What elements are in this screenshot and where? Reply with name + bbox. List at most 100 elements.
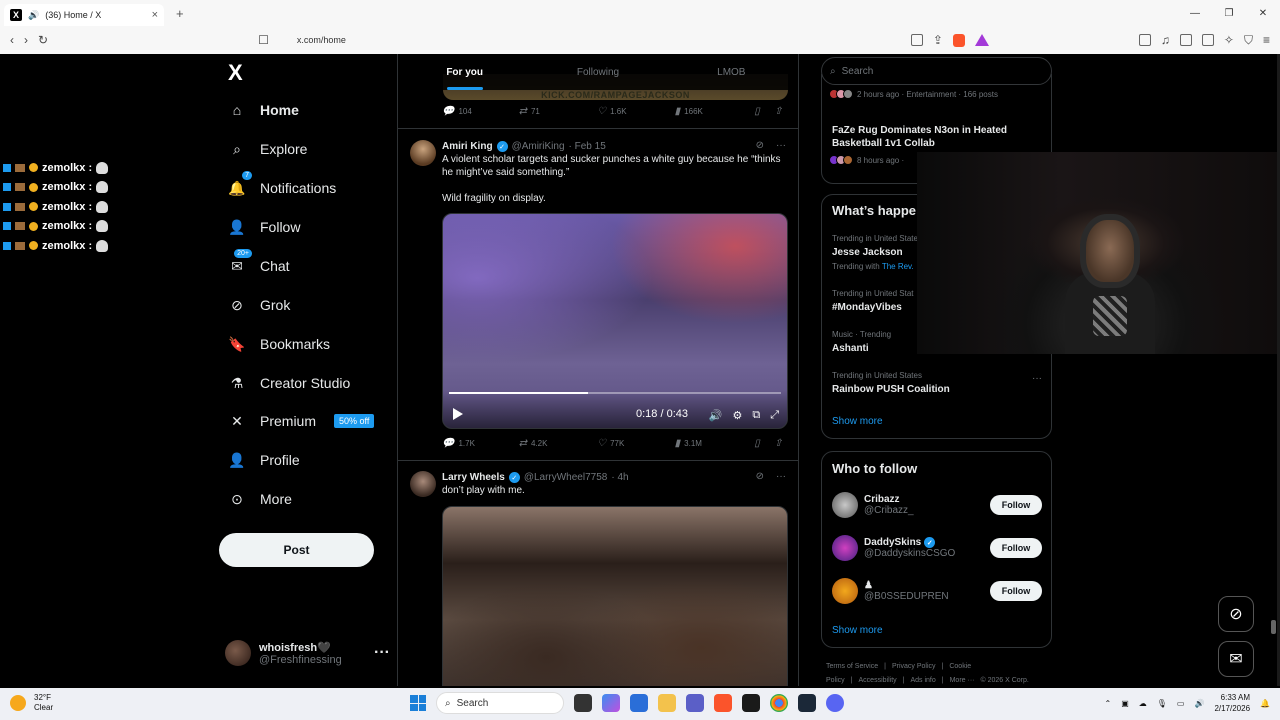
messages-floating-button[interactable]: ✉	[1218, 641, 1254, 677]
tray-app-icon[interactable]: ▣	[1121, 699, 1129, 708]
repost-button[interactable]: ⇄ 71	[519, 106, 598, 117]
fullscreen-icon[interactable]: ⤢	[770, 409, 779, 422]
close-window-button[interactable]: ✕	[1246, 0, 1280, 26]
task-view-icon[interactable]	[574, 694, 592, 712]
reload-icon[interactable]: ↻	[38, 33, 48, 47]
brave-app-icon[interactable]	[714, 694, 732, 712]
tweet[interactable]: Amiri King ✓ @AmiriKing · Feb 15 ⊘ ··· A…	[398, 130, 798, 460]
trend-item[interactable]: Trending in United States Rainbow PUSH C…	[832, 371, 1042, 395]
nav-chat[interactable]: ✉ 20+ Chat	[228, 249, 290, 275]
teams-icon[interactable]	[686, 694, 704, 712]
tray-chevron-icon[interactable]: ⌃	[1104, 699, 1111, 708]
share-button[interactable]: ⇧	[774, 438, 788, 449]
tweet-video[interactable]	[442, 506, 788, 686]
grok-icon[interactable]: ⊘	[756, 471, 764, 482]
sidebar-icon[interactable]	[1179, 34, 1192, 46]
minimize-button[interactable]: —	[1178, 0, 1212, 26]
tab-lmob[interactable]: LMOB	[665, 54, 798, 90]
forward-icon[interactable]: ›	[24, 33, 28, 47]
back-icon[interactable]: ‹	[10, 33, 14, 47]
new-tab-button[interactable]: +	[176, 6, 184, 21]
account-more-icon[interactable]: ···	[374, 644, 390, 662]
tab-following[interactable]: Following	[531, 54, 664, 90]
maximize-button[interactable]: ❐	[1212, 0, 1246, 26]
follow-button[interactable]: Follow	[990, 495, 1042, 515]
music-icon[interactable]: ♫	[1161, 33, 1170, 47]
volume-icon[interactable]: 🔊	[709, 409, 723, 422]
avatar[interactable]	[832, 535, 858, 561]
tab-close-icon[interactable]: ×	[152, 9, 158, 21]
steam-icon[interactable]	[798, 694, 816, 712]
extensions-icon[interactable]	[1138, 34, 1151, 46]
author-handle[interactable]: @LarryWheel7758	[524, 472, 608, 483]
avatar[interactable]	[410, 140, 436, 166]
follow-button[interactable]: Follow	[990, 581, 1042, 601]
account-switcher[interactable]: whoisfresh🖤 @Freshfinessing ···	[225, 640, 390, 666]
start-button[interactable]	[410, 695, 426, 711]
nav-follow[interactable]: 👤 Follow	[228, 218, 300, 236]
footer-link[interactable]: More ···	[950, 677, 975, 684]
author-name[interactable]: Amiri King	[442, 141, 493, 152]
follow-suggestion[interactable]: Cribazz @Cribazz_ Follow	[832, 492, 1042, 518]
pip-icon[interactable]: ⧉	[752, 409, 760, 422]
mic-icon[interactable]: 🎙	[1157, 699, 1167, 708]
footer-link[interactable]: © 2026 X Corp.	[980, 677, 1028, 684]
grok-floating-button[interactable]: ⊘	[1218, 596, 1254, 632]
settings-icon[interactable]: ⚙	[732, 409, 742, 422]
tweet-video[interactable]: 0:18 / 0:43 🔊 ⚙ ⧉ ⤢	[442, 213, 788, 429]
show-more-link[interactable]: Show more	[832, 625, 883, 636]
follow-button[interactable]: Follow	[990, 538, 1042, 558]
reply-button[interactable]: 💬 104	[442, 106, 519, 117]
audio-icon[interactable]: 🔊	[28, 10, 39, 21]
x-logo-icon[interactable]: X	[228, 60, 243, 86]
nav-premium[interactable]: ✕ Premium 50% off	[228, 412, 375, 430]
file-explorer-icon[interactable]	[658, 694, 676, 712]
views-button[interactable]: ▮ 166K	[675, 106, 755, 117]
footer-link[interactable]: Accessibility	[859, 677, 897, 684]
url-field[interactable]: x.com/home	[297, 35, 346, 45]
wallet-icon[interactable]	[1201, 34, 1214, 46]
volume-icon[interactable]: 🔊	[1194, 699, 1204, 708]
views-button[interactable]: ▮ 3.1M	[675, 438, 755, 449]
avatar[interactable]	[832, 578, 858, 604]
tweet-time[interactable]: · 4h	[611, 472, 628, 483]
grok-icon[interactable]: ⊘	[756, 140, 764, 151]
more-icon[interactable]: ···	[776, 140, 786, 151]
author-name[interactable]: Larry Wheels	[442, 472, 505, 483]
follow-suggestion[interactable]: DaddySkins ✓ @DaddyskinsCSGO Follow	[832, 535, 1042, 561]
repost-button[interactable]: ⇄ 4.2K	[519, 438, 598, 449]
nav-home[interactable]: ⌂ Home	[228, 101, 299, 119]
like-button[interactable]: ♡ 77K	[597, 438, 675, 449]
browser-tab[interactable]: X 🔊 (36) Home / X ×	[4, 4, 164, 26]
tweet[interactable]: Larry Wheels ✓ @LarryWheel7758 · 4h ⊘ ··…	[398, 461, 798, 686]
like-button[interactable]: ♡ 1.6K	[597, 106, 675, 117]
discord-icon[interactable]	[826, 694, 844, 712]
avatar[interactable]	[832, 492, 858, 518]
tweet-time[interactable]: · Feb 15	[569, 141, 606, 152]
footer-link[interactable]: Privacy Policy	[892, 663, 936, 670]
taskbar-search[interactable]: ⌕ Search	[436, 692, 564, 714]
news-item[interactable]: 2 hours ago · Entertainment · 166 posts	[829, 89, 998, 99]
share-icon[interactable]: ⇪	[933, 33, 943, 47]
nav-creator-studio[interactable]: ⚗ Creator Studio	[228, 374, 351, 392]
weather-widget[interactable]: 32°F Clear	[10, 693, 53, 713]
bookmark-button[interactable]: ▯	[754, 106, 774, 117]
trend-item[interactable]: Trending in United Stat #MondayVibes	[832, 289, 914, 313]
copilot-icon[interactable]	[602, 694, 620, 712]
trend-more-icon[interactable]: ···	[1032, 373, 1042, 384]
more-icon[interactable]: ···	[776, 471, 786, 482]
video-progress-bar[interactable]	[449, 392, 781, 394]
nav-notifications[interactable]: 🔔 7 Notifications	[228, 171, 336, 197]
share-button[interactable]: ⇧	[774, 106, 788, 117]
author-handle[interactable]: @AmiriKing	[512, 141, 565, 152]
trend-item[interactable]: Music · Trending Ashanti	[832, 330, 891, 354]
nav-profile[interactable]: 👤 Profile	[228, 451, 299, 469]
brave-shields-icon[interactable]	[952, 33, 965, 47]
nav-explore[interactable]: ⌕ Explore	[228, 140, 307, 158]
leo-icon[interactable]: ✧	[1224, 33, 1234, 47]
tab-for-you[interactable]: For you	[398, 54, 531, 90]
menu-icon[interactable]: ≡	[1263, 33, 1270, 47]
app-icon[interactable]	[742, 694, 760, 712]
nav-bookmarks[interactable]: 🔖 Bookmarks	[228, 335, 330, 353]
chrome-icon[interactable]	[770, 694, 788, 712]
